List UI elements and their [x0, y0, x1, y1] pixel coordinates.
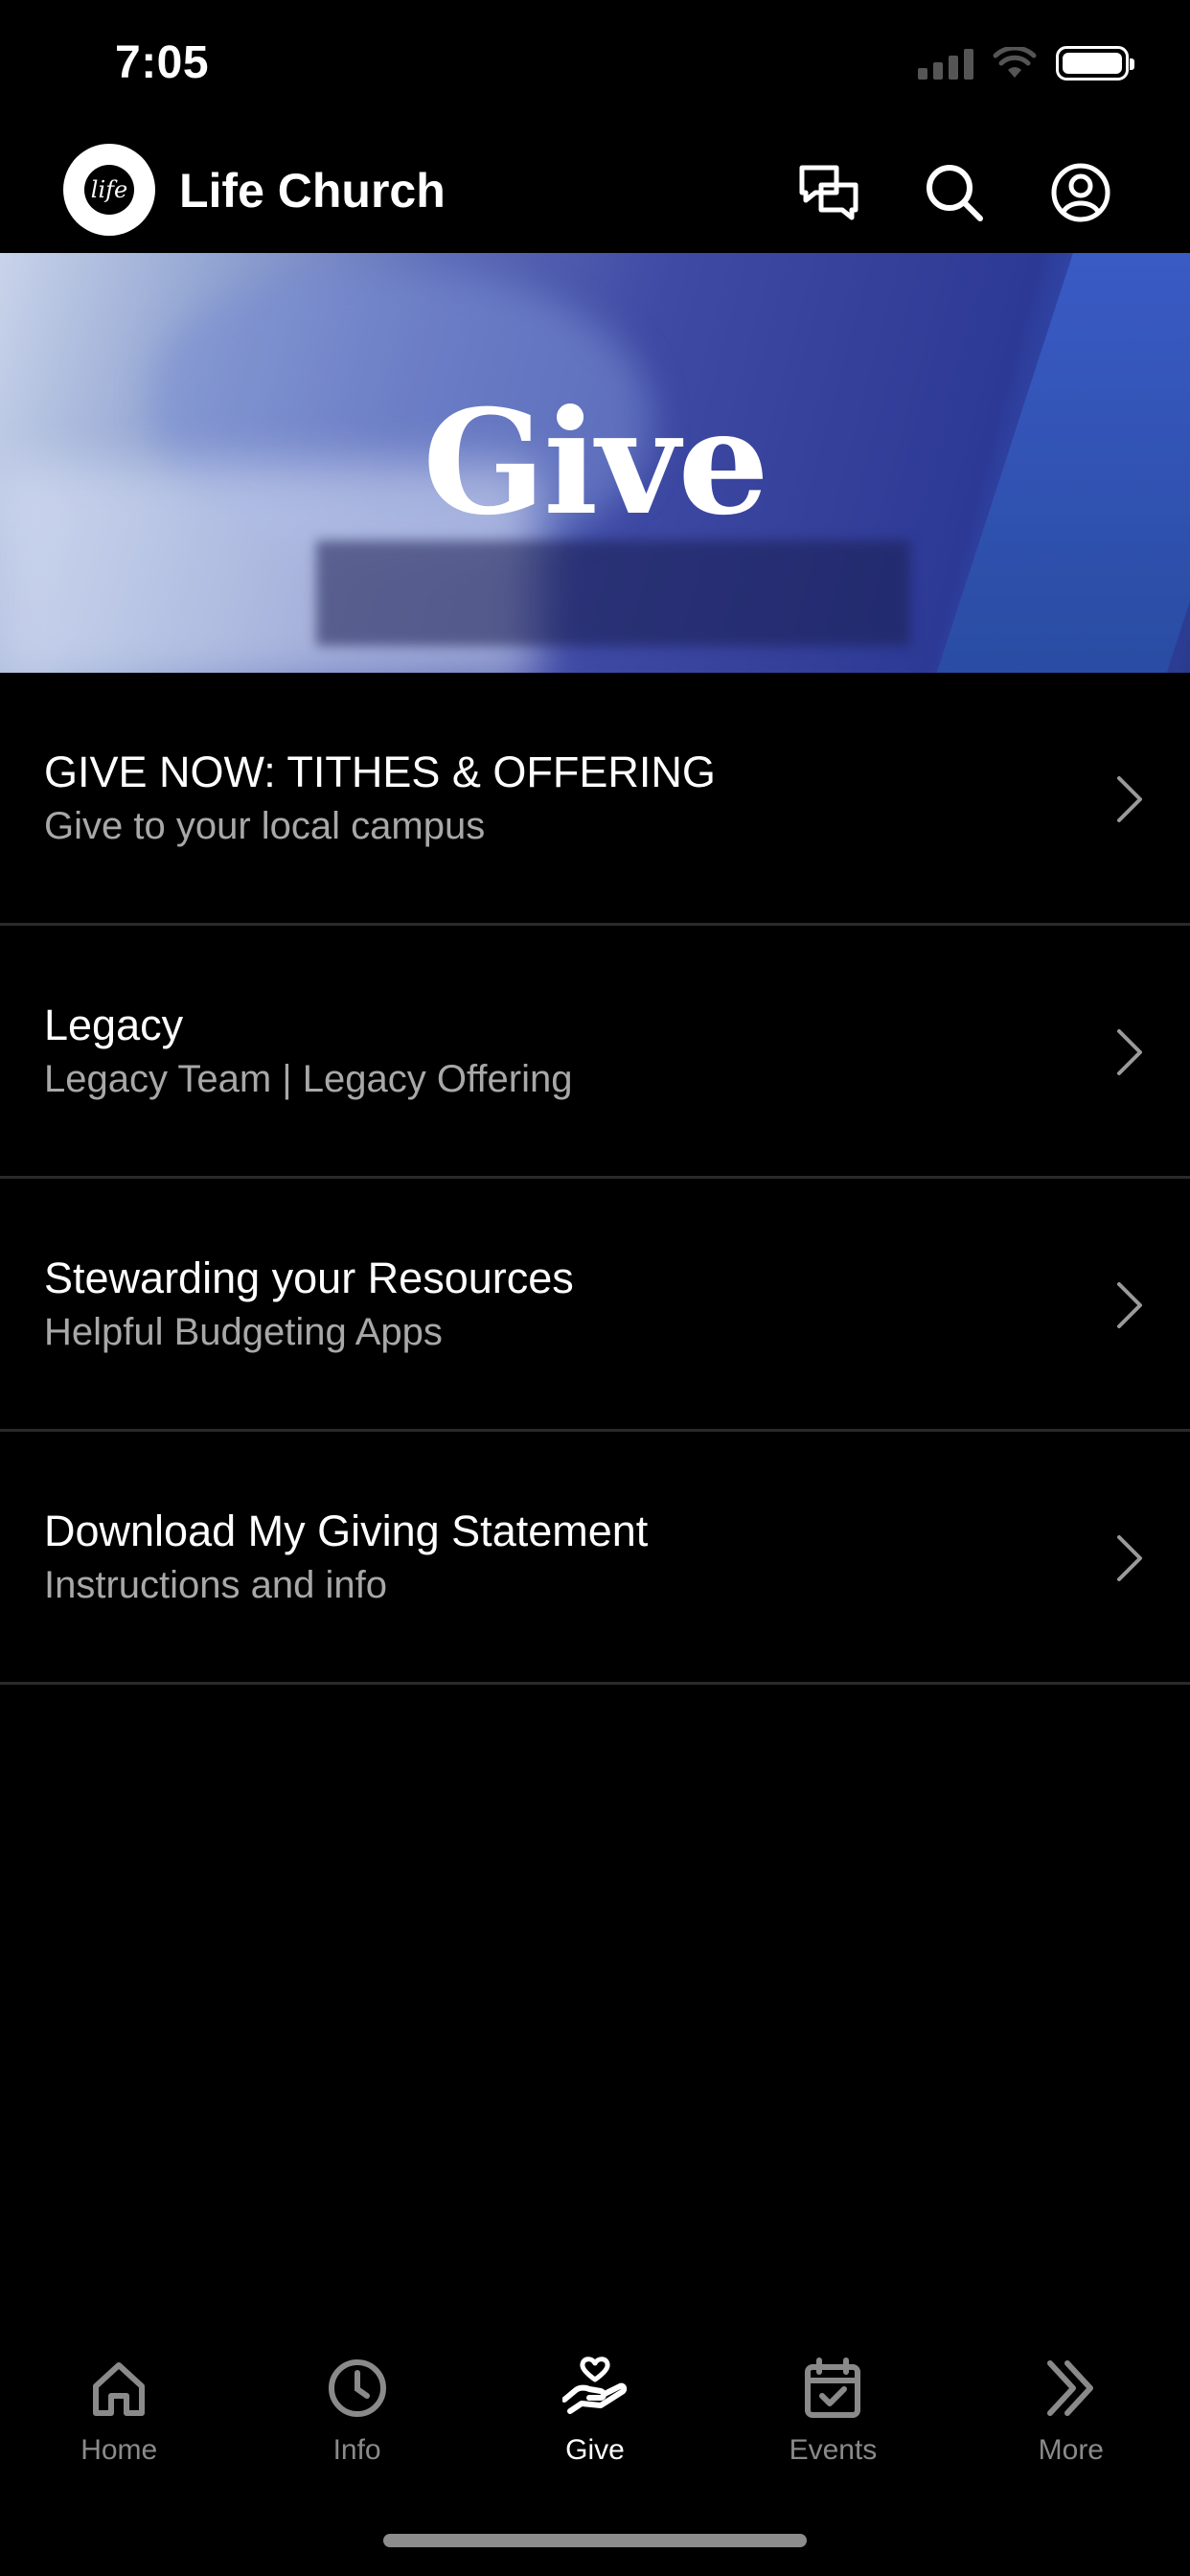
- chat-button[interactable]: [795, 159, 862, 226]
- status-time: 7:05: [115, 37, 210, 88]
- home-indicator[interactable]: [383, 2534, 807, 2547]
- tab-more[interactable]: More: [952, 2334, 1190, 2488]
- item-title: Stewarding your Resources: [44, 1254, 574, 1302]
- app-title: Life Church: [179, 164, 446, 218]
- chevron-right-icon: [1117, 1029, 1142, 1075]
- list-item-stewarding[interactable]: Stewarding your Resources Helpful Budget…: [0, 1179, 1190, 1432]
- search-icon: [927, 165, 983, 221]
- list-item-giving-statement[interactable]: Download My Giving Statement Instruction…: [0, 1432, 1190, 1685]
- tab-label: Give: [565, 2434, 625, 2466]
- logo-mark: life: [84, 165, 134, 215]
- item-subtitle: Give to your local campus: [44, 805, 486, 847]
- clock-icon: [328, 2359, 386, 2417]
- status-bar: 7:05: [0, 0, 1190, 134]
- wifi-icon: [993, 47, 1037, 78]
- tab-label: Home: [80, 2434, 158, 2466]
- bottom-tab-bar: Home Info Give Events More: [0, 2334, 1190, 2488]
- give-hero-banner: Give: [0, 253, 1190, 673]
- tab-info[interactable]: Info: [238, 2334, 475, 2488]
- tab-label: More: [1038, 2434, 1104, 2466]
- status-icons: [918, 46, 1134, 80]
- give-options-list: GIVE NOW: TITHES & OFFERING Give to your…: [0, 673, 1190, 1685]
- list-item-legacy[interactable]: Legacy Legacy Team | Legacy Offering: [0, 926, 1190, 1179]
- item-title: Legacy: [44, 1000, 184, 1049]
- calendar-check-icon: [805, 2358, 861, 2418]
- tab-events[interactable]: Events: [714, 2334, 951, 2488]
- app-header: life Life Church: [0, 134, 1190, 253]
- item-title: GIVE NOW: TITHES & OFFERING: [44, 748, 716, 796]
- account-icon: [1051, 163, 1110, 222]
- item-title: Download My Giving Statement: [44, 1506, 649, 1555]
- profile-button[interactable]: [1047, 159, 1114, 226]
- church-logo[interactable]: life: [63, 144, 155, 236]
- cellular-signal-icon: [918, 47, 973, 80]
- item-subtitle: Legacy Team | Legacy Offering: [44, 1058, 573, 1100]
- give-hand-heart-icon: [562, 2357, 628, 2414]
- double-chevron-icon: [1046, 2360, 1093, 2416]
- chevron-right-icon: [1117, 1282, 1142, 1328]
- home-icon: [93, 2362, 146, 2416]
- hero-title: Give: [423, 379, 769, 547]
- give-screen: 7:05 life Life Church Give GIVE NOW: TIT…: [0, 0, 1190, 2576]
- tab-label: Info: [332, 2434, 381, 2466]
- chat-icon: [799, 165, 858, 220]
- item-subtitle: Helpful Budgeting Apps: [44, 1311, 443, 1353]
- tab-home[interactable]: Home: [0, 2334, 238, 2488]
- battery-icon: [1056, 46, 1134, 80]
- chevron-right-icon: [1117, 776, 1142, 822]
- item-subtitle: Instructions and info: [44, 1564, 387, 1606]
- list-item-give-now[interactable]: GIVE NOW: TITHES & OFFERING Give to your…: [0, 673, 1190, 926]
- tab-give[interactable]: Give: [476, 2334, 714, 2488]
- tab-label: Events: [789, 2434, 878, 2466]
- chevron-right-icon: [1117, 1535, 1142, 1581]
- search-button[interactable]: [921, 159, 988, 226]
